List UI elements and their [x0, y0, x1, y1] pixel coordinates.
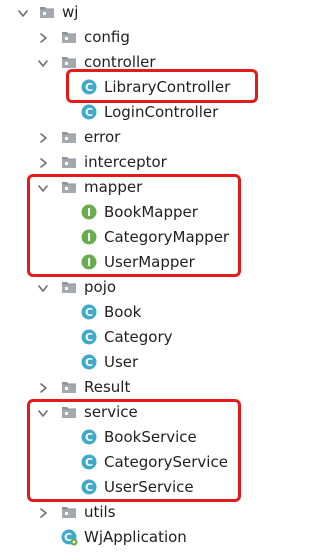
highlight-box-library-controller: [66, 69, 258, 103]
tree-node-label: error: [84, 128, 121, 146]
chevron-right-icon[interactable]: [36, 131, 50, 145]
package-folder-icon: [60, 503, 78, 521]
tree-node-label: config: [84, 28, 130, 46]
tree-node-interceptor[interactable]: interceptor: [0, 150, 284, 175]
tree-node-utils[interactable]: utils: [0, 500, 284, 525]
highlight-box-mapper: [27, 174, 241, 277]
tree-node-login-controller[interactable]: LoginController: [0, 100, 284, 125]
class-icon: [80, 328, 98, 346]
tree-node-category[interactable]: Category: [0, 325, 284, 350]
tree-node-user[interactable]: User: [0, 350, 284, 375]
chevron-down-icon[interactable]: [36, 281, 50, 295]
chevron-right-icon[interactable]: [36, 506, 50, 520]
package-folder-icon: [60, 28, 78, 46]
package-folder-icon: [60, 278, 78, 296]
tree-node-label: LoginController: [104, 103, 219, 121]
highlight-box-service: [27, 399, 241, 502]
class-icon: [80, 353, 98, 371]
tree-node-label: interceptor: [84, 153, 167, 171]
tree-node-label: Category: [104, 328, 173, 346]
package-folder-icon: [38, 3, 56, 21]
spring-application-icon: [60, 528, 78, 546]
class-icon: [80, 103, 98, 121]
tree-node-label: Book: [104, 303, 142, 321]
tree-node-book[interactable]: Book: [0, 300, 284, 325]
tree-node-label: pojo: [84, 278, 117, 296]
chevron-down-icon[interactable]: [16, 6, 30, 20]
tree-node-result[interactable]: Result: [0, 375, 284, 400]
tree-node-wj-application[interactable]: WjApplication: [0, 525, 284, 550]
chevron-right-icon[interactable]: [36, 31, 50, 45]
tree-node-wj[interactable]: wj: [0, 0, 284, 25]
tree-node-label: Result: [84, 378, 131, 396]
tree-node-label: utils: [84, 503, 116, 521]
class-icon: [80, 303, 98, 321]
chevron-right-icon[interactable]: [36, 156, 50, 170]
tree-node-label: wj: [62, 3, 79, 21]
package-folder-icon: [60, 153, 78, 171]
tree-node-error[interactable]: error: [0, 125, 284, 150]
package-folder-icon: [60, 128, 78, 146]
package-folder-icon: [60, 378, 78, 396]
chevron-down-icon[interactable]: [36, 56, 50, 70]
tree-node-pojo[interactable]: pojo: [0, 275, 284, 300]
tree-node-label: User: [104, 353, 139, 371]
tree-node-config[interactable]: config: [0, 25, 284, 50]
chevron-right-icon[interactable]: [36, 381, 50, 395]
tree-node-label: WjApplication: [84, 528, 187, 546]
